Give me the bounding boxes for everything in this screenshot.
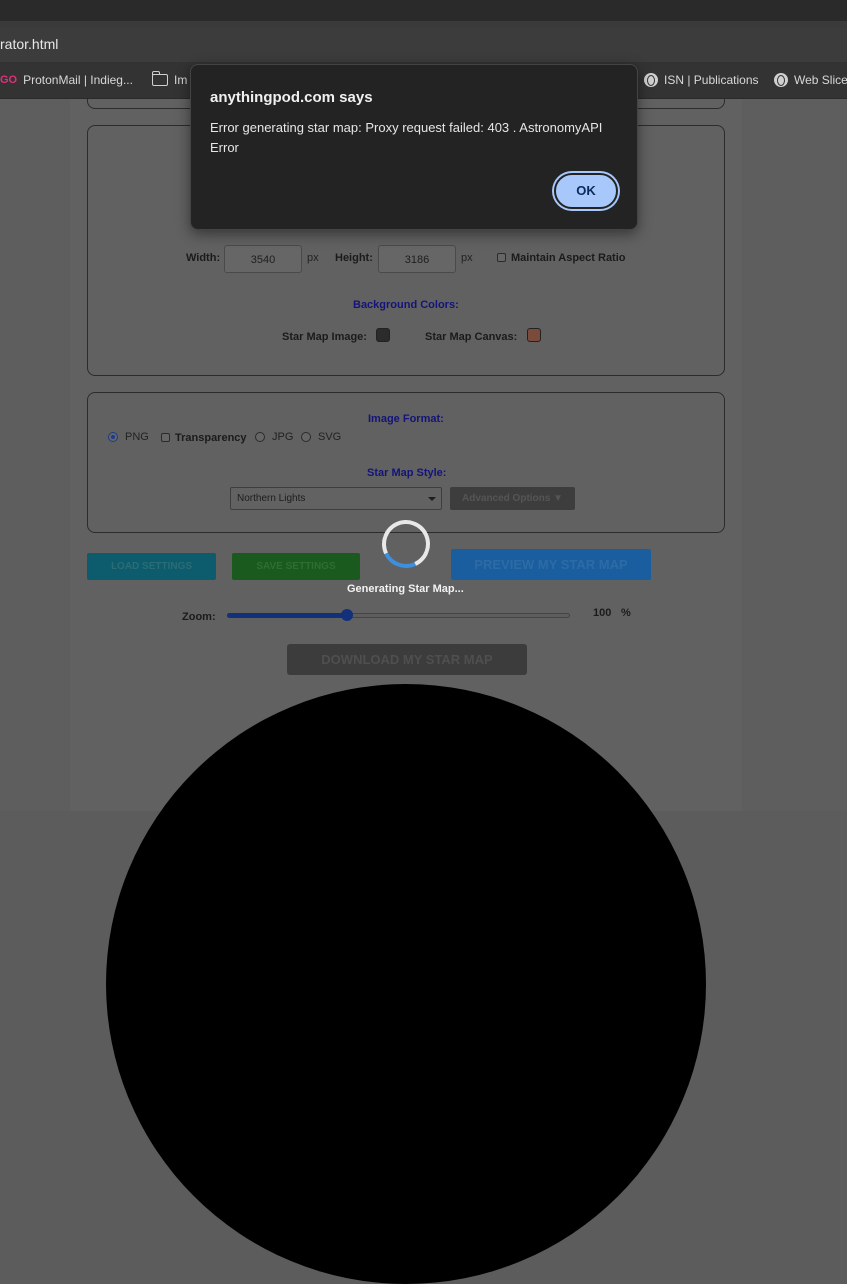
preview-star-map-button[interactable]: PREVIEW MY STAR MAP <box>451 549 651 580</box>
height-unit: px <box>461 252 473 264</box>
jpg-radio[interactable] <box>255 432 265 442</box>
download-star-map-button[interactable]: DOWNLOAD MY STAR MAP <box>287 644 527 675</box>
transparency-checkbox[interactable] <box>161 433 170 442</box>
star-map-canvas-label: Star Map Canvas: <box>425 331 518 343</box>
bookmark-folder-im[interactable]: Im <box>152 71 188 87</box>
image-format-heading: Image Format: <box>368 413 444 425</box>
style-select[interactable]: Northern Lights <box>230 487 442 510</box>
alert-dialog: anythingpod.com says Error generating st… <box>190 64 638 230</box>
width-unit: px <box>307 252 319 264</box>
png-radio[interactable] <box>108 432 118 442</box>
bookmark-protonmail[interactable]: GO ProtonMail | Indieg... <box>0 73 133 87</box>
folder-icon <box>152 71 168 86</box>
address-bar[interactable]: rator.html <box>0 28 847 62</box>
dialog-message: Error generating star map: Proxy request… <box>210 120 603 155</box>
image-color-swatch[interactable] <box>376 328 390 342</box>
transparency-label: Transparency <box>175 432 247 444</box>
bookmark-label: Im <box>174 73 188 87</box>
zoom-unit: % <box>621 607 631 619</box>
aspect-ratio-label: Maintain Aspect Ratio <box>511 252 626 264</box>
height-label: Height: <box>335 252 373 264</box>
height-input[interactable]: 3186 <box>378 245 456 273</box>
save-settings-button[interactable]: SAVE SETTINGS <box>232 553 360 580</box>
zoom-value: 100 <box>593 607 612 619</box>
star-map-image-label: Star Map Image: <box>282 331 367 343</box>
star-map-preview <box>106 684 706 1284</box>
width-input[interactable]: 3540 <box>224 245 302 273</box>
background-colors-heading: Background Colors: <box>353 299 459 311</box>
canvas-color-swatch[interactable] <box>527 328 541 342</box>
bookmark-isn-publications[interactable]: ISN | Publications <box>644 73 759 87</box>
bookmark-web-slice[interactable]: Web Slice <box>774 73 847 87</box>
chevron-down-icon <box>428 497 436 501</box>
width-label: Width: <box>186 252 221 264</box>
globe-icon <box>644 73 658 87</box>
aspect-ratio-checkbox[interactable] <box>497 253 506 262</box>
load-settings-button[interactable]: LOAD SETTINGS <box>87 553 216 580</box>
zoom-slider-fill <box>227 613 347 618</box>
globe-icon <box>774 73 788 87</box>
zoom-slider-thumb[interactable] <box>341 609 353 621</box>
advanced-options-button[interactable]: Advanced Options ▼ <box>450 487 575 510</box>
svg-radio[interactable] <box>301 432 311 442</box>
bookmark-label: ProtonMail | Indieg... <box>23 73 133 87</box>
tab-strip <box>0 21 847 28</box>
star-map-style-heading: Star Map Style: <box>367 467 447 479</box>
address-text[interactable]: rator.html <box>0 36 58 52</box>
bookmark-label: ISN | Publications <box>664 73 759 87</box>
ok-button[interactable]: OK <box>554 173 618 209</box>
bookmark-label: Web Slice <box>794 73 847 87</box>
generating-status: Generating Star Map... <box>347 583 464 595</box>
style-select-value: Northern Lights <box>237 493 306 504</box>
window-title-strip <box>0 0 847 21</box>
go-icon: GO <box>0 74 18 86</box>
png-label: PNG <box>125 431 149 443</box>
zoom-label: Zoom: <box>182 611 216 623</box>
svg-label: SVG <box>318 431 342 443</box>
dialog-title: anythingpod.com says <box>210 89 373 106</box>
jpg-label: JPG <box>272 431 294 443</box>
